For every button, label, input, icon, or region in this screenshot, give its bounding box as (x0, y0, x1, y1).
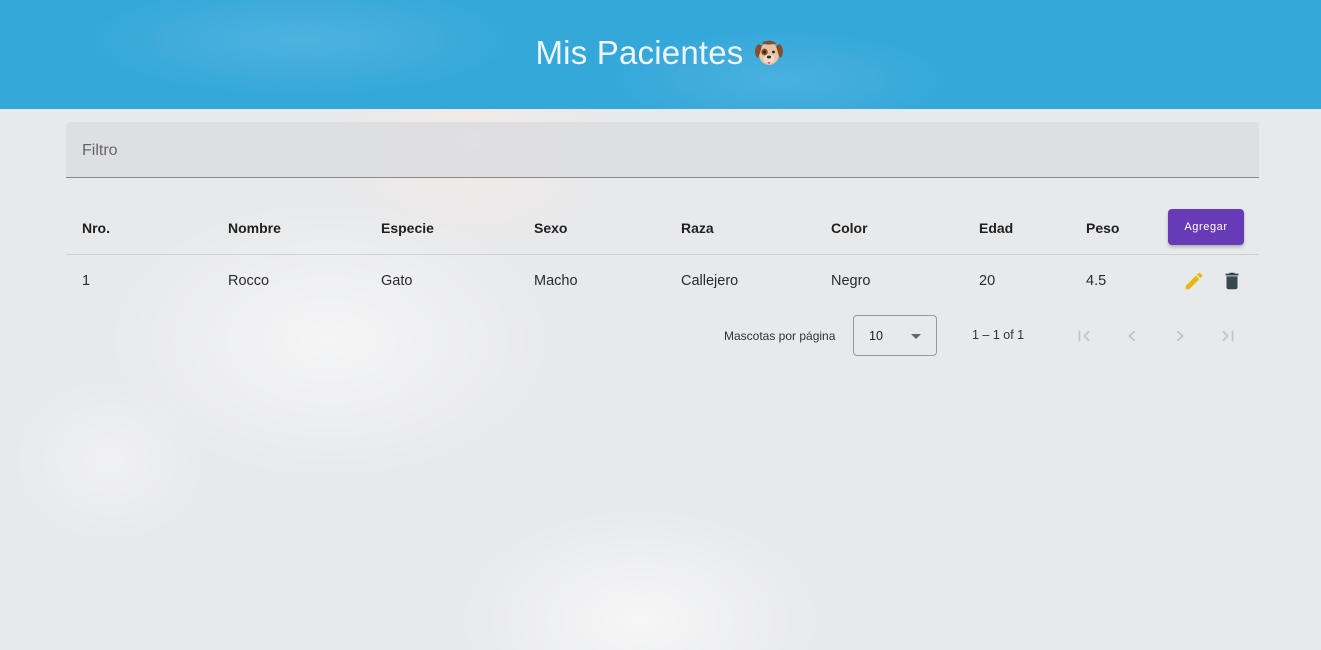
first-page-icon (1078, 330, 1090, 342)
col-header-nombre: Nombre (228, 219, 281, 236)
table-header-row: Nro. Nombre Especie Sexo Raza Color Edad… (66, 200, 1259, 255)
filter-field[interactable] (66, 122, 1259, 178)
col-header-sexo: Sexo (534, 219, 568, 236)
col-header-edad: Edad (979, 219, 1014, 236)
page-size-select[interactable]: 10 (853, 315, 937, 356)
chevron-right-icon (1176, 330, 1184, 342)
last-page-icon (1222, 330, 1234, 342)
col-header-nro: Nro. (82, 219, 110, 236)
delete-button[interactable] (1219, 268, 1245, 294)
dropdown-arrow-icon (911, 334, 921, 339)
edit-button[interactable] (1181, 268, 1207, 294)
page-range-label: 1 – 1 of 1 (972, 328, 1025, 342)
col-header-peso: Peso (1086, 219, 1120, 236)
col-header-color: Color (831, 219, 868, 236)
cell-nombre: Rocco (228, 273, 270, 289)
trash-icon (1225, 272, 1239, 290)
table-row: 1 Rocco Gato Macho Callejero Negro 20 4.… (66, 255, 1259, 307)
col-header-raza: Raza (681, 219, 714, 236)
cell-especie: Gato (381, 273, 413, 289)
filter-input[interactable] (82, 140, 1232, 162)
cell-raza: Callejero (681, 273, 739, 289)
page-title: Mis Pacientes (535, 34, 744, 71)
chevron-left-icon (1128, 330, 1136, 342)
cell-edad: 20 (979, 273, 996, 289)
paginator: Mascotas por página 10 1 – 1 of 1 (66, 312, 1259, 360)
last-page-button[interactable] (1216, 324, 1240, 348)
previous-page-button[interactable] (1120, 324, 1144, 348)
cell-peso: 4.5 (1086, 273, 1107, 289)
page-size-label: Mascotas por página (724, 329, 836, 343)
title-wrap: Mis Pacientes (535, 34, 785, 72)
app-header: Mis Pacientes (0, 0, 1321, 109)
pencil-icon (1185, 272, 1203, 290)
patients-table: Nro. Nombre Especie Sexo Raza Color Edad… (66, 200, 1259, 307)
cell-color: Negro (831, 273, 871, 289)
add-patient-button[interactable]: Agregar (1168, 209, 1244, 245)
first-page-button[interactable] (1072, 324, 1096, 348)
cell-sexo: Macho (534, 273, 578, 289)
col-header-especie: Especie (381, 219, 434, 236)
cell-nro: 1 (82, 273, 91, 289)
next-page-button[interactable] (1168, 324, 1192, 348)
dog-face-icon (754, 40, 783, 65)
page-size-value: 10 (869, 329, 883, 343)
